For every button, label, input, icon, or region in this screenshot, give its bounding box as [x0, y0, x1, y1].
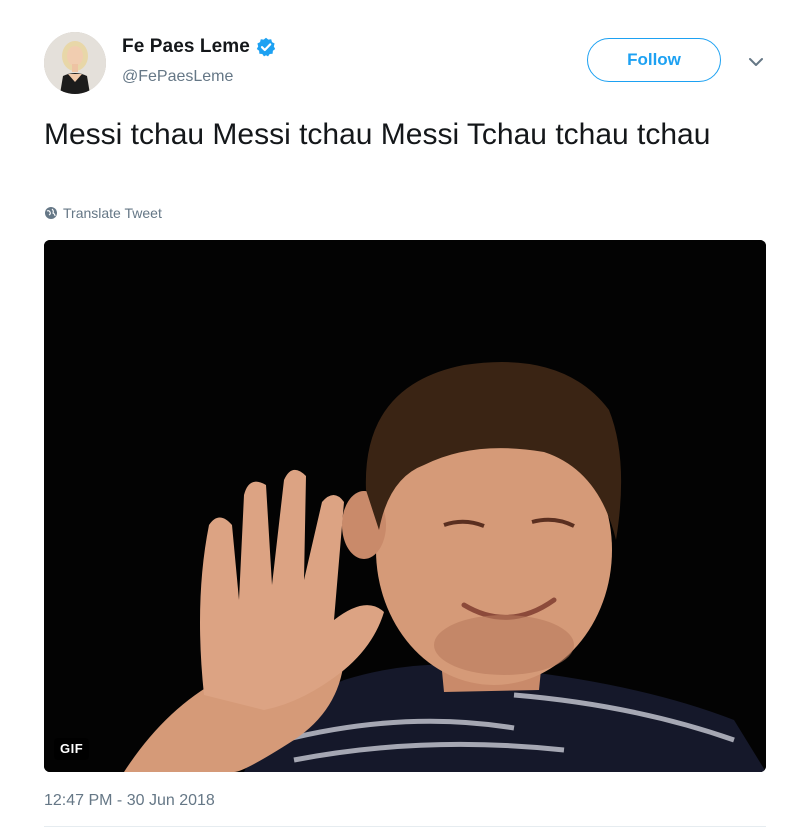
gif-badge: GIF — [54, 738, 90, 760]
follow-button[interactable]: Follow — [587, 38, 721, 82]
user-handle[interactable]: @FePaesLeme — [122, 68, 233, 86]
tweet-timestamp[interactable]: 12:47 PM - 30 Jun 2018 — [44, 792, 215, 810]
tweet-card: Fe Paes Leme @FePaesLeme Follow Messi tc… — [0, 0, 793, 830]
name-row: Fe Paes Leme — [122, 36, 276, 58]
globe-icon — [44, 206, 58, 220]
gif-media[interactable] — [44, 240, 766, 772]
chevron-down-icon[interactable] — [746, 52, 766, 72]
tweet-text: Messi tchau Messi tchau Messi Tchau tcha… — [44, 118, 711, 151]
divider — [44, 826, 766, 827]
avatar[interactable] — [44, 32, 106, 94]
translate-tweet-link[interactable]: Translate Tweet — [44, 205, 162, 221]
translate-label: Translate Tweet — [63, 205, 162, 221]
display-name[interactable]: Fe Paes Leme — [122, 36, 250, 58]
verified-badge-icon — [256, 37, 276, 57]
